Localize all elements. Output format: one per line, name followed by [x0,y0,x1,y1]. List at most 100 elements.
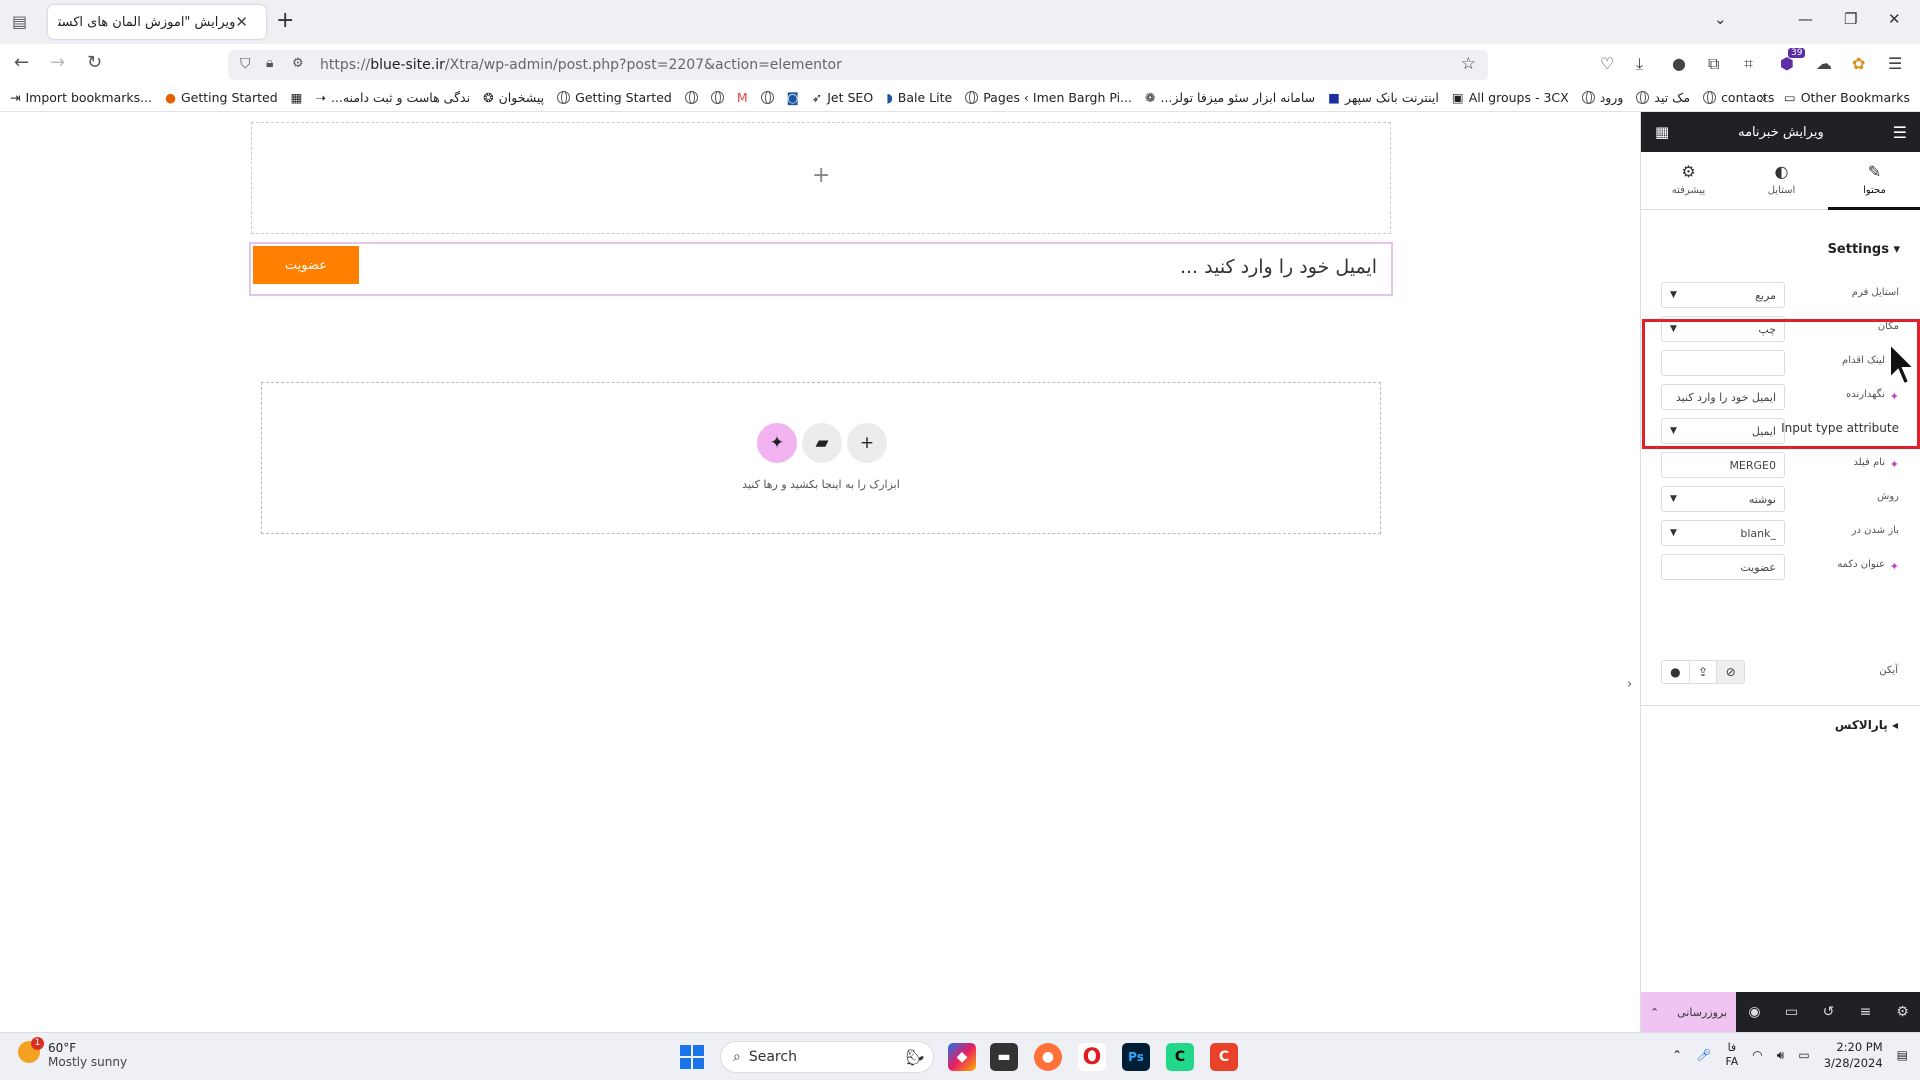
settings-section-toggle[interactable]: Settings ▾ [1828,242,1900,257]
preview-eye-icon[interactable]: ◉ [1736,1004,1773,1020]
tab-style[interactable]: ◐ استایل [1735,152,1828,210]
crop-icon[interactable]: ⌗ [1744,54,1753,74]
field-name-input[interactable]: MERGE0 [1661,452,1785,478]
subscribe-button[interactable]: عضویت [253,246,359,284]
shield-icon[interactable]: ⛉ [240,56,251,72]
firefox-taskbar-icon[interactable]: ● [1034,1043,1062,1071]
dynamic-tags-icon[interactable]: ✦ [1890,560,1899,573]
add-icon[interactable]: + [847,423,887,463]
windows-start-icon[interactable] [680,1045,704,1069]
history-icon[interactable]: ↺ [1810,1004,1847,1020]
update-button[interactable]: ⌃ بروزرسانی [1641,992,1736,1032]
bookmark-item[interactable]: ● Getting Started [165,90,278,105]
new-tab-icon[interactable]: + [276,8,294,33]
newsletter-form[interactable]: عضویت ایمیل خود را وارد کنید ... [249,242,1393,296]
forward-icon[interactable]: → [50,52,65,73]
settings-gear-icon[interactable]: ⚙ [1884,1004,1920,1020]
dynamic-tags-icon[interactable]: ✦ [1890,458,1899,471]
tab-list-icon[interactable]: ▤ [12,12,27,31]
upload-svg-icon[interactable]: ⇪ [1690,661,1718,683]
bookmark-item[interactable] [710,91,724,104]
permissions-icon[interactable]: ⚙ [292,56,304,71]
wifi-icon[interactable]: ◠ [1752,1048,1762,1062]
tab-advanced[interactable]: ⚙ پیشرفته [1642,152,1735,210]
bookmark-item[interactable]: ➝ ...ندگی هاست و ثبت دامنه [315,90,470,105]
account-icon[interactable]: ● [1672,54,1686,73]
none-icon[interactable]: ⊘ [1717,661,1745,683]
chevron-up-icon[interactable]: ⌃ [1650,1006,1659,1019]
hamburger-icon[interactable]: ☰ [1893,123,1907,142]
drop-zone[interactable]: ✦ ▰ + ابزارک را به اینجا بکشید و رها کنی… [261,382,1381,534]
ai-sparkle-icon[interactable]: ✦ [757,423,797,463]
bookmark-item[interactable]: Pages ‹ Imen Bargh Pi... [965,90,1132,105]
bookmark-item[interactable]: ◙ [787,90,799,105]
url-bar[interactable]: ⛉ 🔒︎ ⚙ https://blue-site.ir/Xtra/wp-admi… [228,50,1488,80]
file-explorer-icon[interactable]: ▬ [990,1043,1018,1071]
email-input[interactable]: ایمیل خود را وارد کنید ... [1180,256,1377,278]
bookmark-item[interactable]: ورود [1581,90,1623,105]
bookmark-item[interactable]: ❁ ...سامانه ابزار سئو میزفا تولز [1145,90,1315,105]
copilot-icon[interactable]: ◆ [948,1043,976,1071]
battery-icon[interactable]: ▭ [1798,1048,1809,1062]
bookmark-item[interactable] [684,91,698,104]
chevron-more-icon[interactable]: » [1759,90,1767,105]
app-icon[interactable]: C [1210,1043,1238,1071]
other-bookmarks[interactable]: » ▭ Other Bookmarks [1759,90,1910,105]
weather-widget[interactable]: 1 60°F Mostly sunny [18,1037,127,1069]
bookmark-item[interactable]: ■ اینترنت بانک سپهر [1328,90,1439,105]
lock-icon[interactable]: 🔒︎ [266,55,273,71]
close-window-icon[interactable]: ✕ [1888,10,1901,28]
opera-icon[interactable]: O [1078,1043,1106,1071]
clock[interactable]: 2:20 PM 3/28/2024 [1824,1039,1883,1071]
open-in-select[interactable]: _blank ▼ [1661,520,1785,546]
form-style-select[interactable]: مربع ▼ [1661,282,1785,308]
taskbar-search[interactable]: ⌕ Search 🦫︎ [720,1041,934,1073]
photoshop-icon[interactable]: Ps [1122,1043,1150,1071]
folder-icon[interactable]: ▰ [802,423,842,463]
responsive-icon[interactable]: ▭ [1773,1004,1810,1020]
restore-icon[interactable]: ❐ [1844,10,1857,28]
minimize-icon[interactable]: — [1798,10,1813,28]
back-icon[interactable]: ← [14,52,29,73]
bookmark-item[interactable]: M [737,90,748,105]
extensions-icon[interactable]: ⧉ [1708,54,1719,74]
chevron-up-icon[interactable]: ⌃ [1672,1048,1682,1062]
contrast-icon: ◐ [1774,162,1789,181]
globe-icon [710,91,724,104]
menu-icon[interactable]: ☰ [1888,54,1902,73]
button-title-input[interactable]: عضویت [1661,554,1785,580]
language-indicator[interactable]: فا FA [1725,1041,1738,1069]
microphone-icon[interactable]: 🎤︎ [1696,1048,1711,1062]
bookmark-item[interactable]: ▣ All groups - 3CX [1452,90,1569,105]
notifications-icon[interactable]: ▤ [1897,1048,1908,1062]
extension-shield-icon[interactable]: ⬢ 39 [1780,48,1806,73]
bookmark-item[interactable]: مک تید [1636,90,1690,105]
addon-icon[interactable]: ✿ [1852,54,1865,73]
chevron-down-icon[interactable]: ⌄ [1714,10,1727,28]
navigator-icon[interactable]: ≡ [1847,1004,1884,1020]
clion-icon[interactable]: C [1166,1043,1194,1071]
browser-tab[interactable]: ✕ ویرایش "آموزش المان های اکسترا ... [48,5,266,39]
bookmark-item[interactable]: ⇥ Import bookmarks... [10,90,152,105]
volume-icon[interactable]: 🔊︎ [1777,1048,1785,1063]
grid-icon[interactable]: ▦ [1655,123,1669,141]
pocket-icon[interactable]: ♡ [1600,54,1614,73]
bookmark-item[interactable]: Getting Started [557,90,672,105]
close-tab-icon[interactable]: ✕ [235,13,248,31]
tab-content[interactable]: ✎ محتوا [1828,152,1920,210]
cloud-icon[interactable]: ☁ [1816,54,1832,73]
empty-section[interactable]: + [251,122,1391,234]
add-section-icon[interactable]: + [812,163,830,188]
bookmark-item[interactable]: ▦ [291,90,303,105]
bookmark-item[interactable]: ◗ Bale Lite [886,90,952,105]
bookmark-item[interactable]: ❂ پیشخوان [483,90,544,105]
icon-library-icon[interactable]: ● [1662,661,1690,683]
reload-icon[interactable]: ↻ [87,52,102,73]
bookmark-star-icon[interactable]: ☆ [1461,54,1476,74]
download-icon[interactable]: ⤓ [1636,54,1643,74]
bookmark-item[interactable]: ➶ Jet SEO [812,90,873,105]
method-select[interactable]: نوشته ▼ [1661,486,1785,512]
collapse-panel-icon[interactable]: › [1627,677,1632,692]
parallax-section-toggle[interactable]: ◂ پارالاکس [1835,718,1898,732]
bookmark-item[interactable] [760,91,774,104]
